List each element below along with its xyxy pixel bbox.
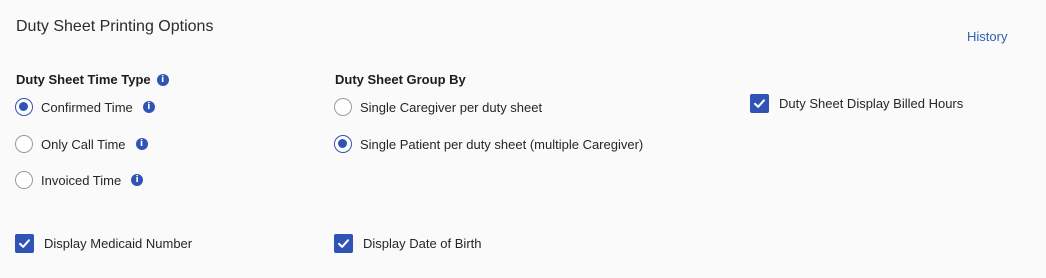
checkbox-display-medicaid-number[interactable]: Display Medicaid Number [15, 234, 192, 253]
radio-label-confirmed-time: Confirmed Time [41, 99, 133, 115]
checkbox-label-display-date-of-birth: Display Date of Birth [363, 236, 482, 251]
checkmark-icon [754, 99, 765, 108]
checkbox-checked[interactable] [15, 234, 34, 253]
radio-single-caregiver[interactable]: Single Caregiver per duty sheet [334, 98, 542, 116]
checkmark-icon [338, 239, 349, 248]
radio-button[interactable] [15, 135, 33, 153]
radio-button-selected[interactable] [15, 98, 33, 116]
radio-button[interactable] [334, 98, 352, 116]
checkbox-label-display-billed-hours: Duty Sheet Display Billed Hours [779, 96, 964, 111]
radio-button-selected[interactable] [334, 135, 352, 153]
group-by-label: Duty Sheet Group By [335, 72, 466, 87]
time-type-label-group: Duty Sheet Time Type i [16, 72, 169, 87]
info-icon[interactable]: i [131, 174, 144, 186]
history-link[interactable]: History [967, 29, 1007, 44]
info-icon[interactable]: i [142, 101, 155, 113]
checkbox-label-display-medicaid-number: Display Medicaid Number [44, 236, 193, 251]
checkbox-checked[interactable] [334, 234, 353, 253]
radio-label-single-caregiver: Single Caregiver per duty sheet [360, 99, 543, 115]
radio-label-invoiced-time: Invoiced Time [41, 172, 122, 188]
checkbox-checked[interactable] [750, 94, 769, 113]
duty-sheet-printing-options-panel: Duty Sheet Printing Options History Duty… [0, 0, 1046, 278]
radio-label-single-patient: Single Patient per duty sheet (multiple … [360, 136, 644, 152]
section-title: Duty Sheet Printing Options [16, 18, 214, 35]
info-icon[interactable]: i [135, 138, 148, 150]
checkmark-icon [19, 239, 30, 248]
radio-only-call-time[interactable]: Only Call Time i [15, 135, 148, 153]
checkbox-display-billed-hours[interactable]: Duty Sheet Display Billed Hours [750, 94, 963, 113]
radio-label-only-call-time: Only Call Time [41, 136, 126, 152]
radio-invoiced-time[interactable]: Invoiced Time i [15, 171, 144, 189]
radio-button[interactable] [15, 171, 33, 189]
info-icon[interactable]: i [156, 73, 169, 86]
radio-single-patient[interactable]: Single Patient per duty sheet (multiple … [334, 135, 643, 153]
group-by-label-group: Duty Sheet Group By [335, 72, 466, 87]
checkbox-display-date-of-birth[interactable]: Display Date of Birth [334, 234, 482, 253]
time-type-label: Duty Sheet Time Type [16, 72, 151, 87]
radio-confirmed-time[interactable]: Confirmed Time i [15, 98, 155, 116]
